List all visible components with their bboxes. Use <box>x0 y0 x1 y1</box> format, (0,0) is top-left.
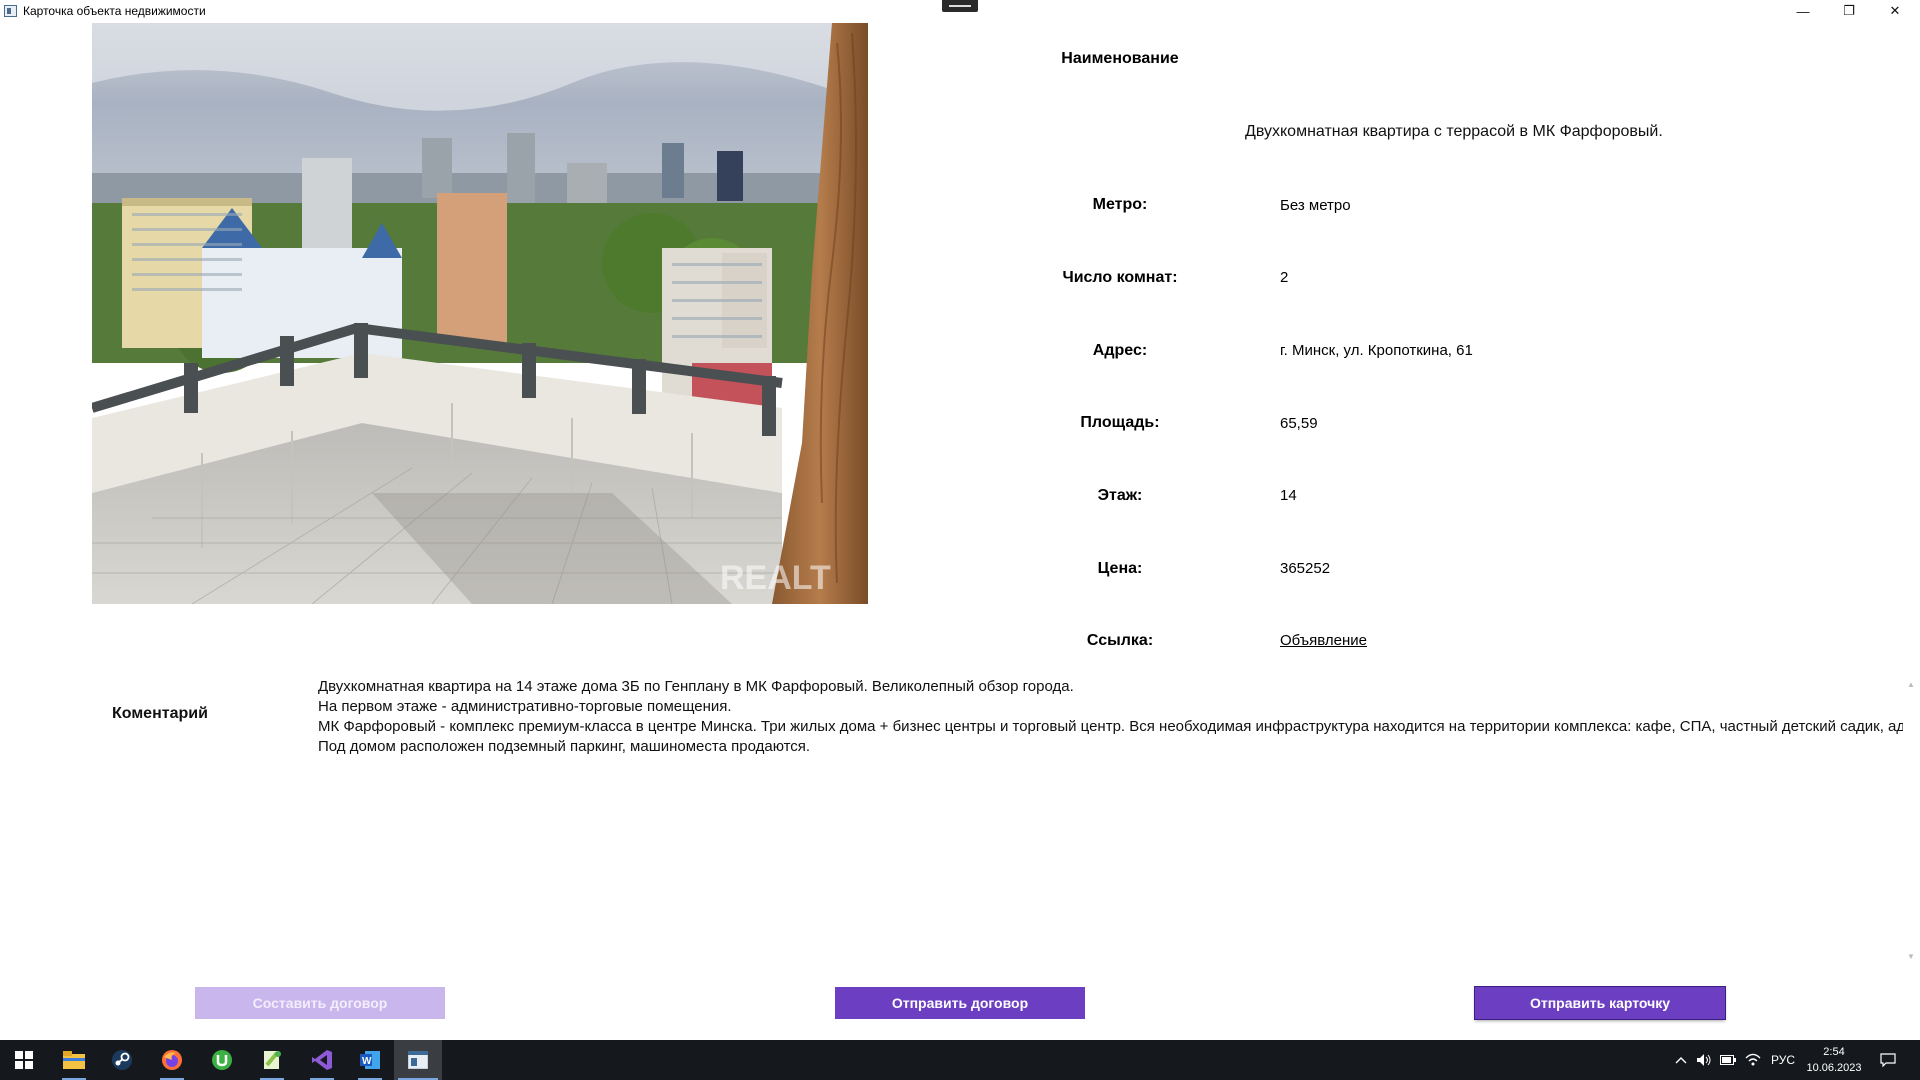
wpf-app-icon[interactable] <box>394 1040 442 1080</box>
price-label: Цена: <box>1097 560 1143 577</box>
notepad-plus-plus-icon[interactable] <box>248 1040 296 1080</box>
wifi-icon[interactable] <box>1742 1040 1764 1080</box>
close-button[interactable]: ✕ <box>1872 0 1918 22</box>
make-contract-button[interactable]: Составить договор <box>195 987 445 1019</box>
windows-start-icon[interactable] <box>0 1040 48 1080</box>
firefox-icon[interactable] <box>148 1040 196 1080</box>
file-explorer-icon[interactable] <box>50 1040 98 1080</box>
comment-textbox[interactable]: Двухкомнатная квартира на 14 этаже дома … <box>318 677 1903 967</box>
language-indicator[interactable]: РУС <box>1768 1040 1798 1080</box>
restore-button[interactable]: ❐ <box>1826 0 1872 22</box>
metro-label: Метро: <box>1092 196 1148 213</box>
steam-icon[interactable] <box>98 1040 146 1080</box>
utorrent-icon[interactable] <box>198 1040 246 1080</box>
rooms-value: 2 <box>1280 269 1289 286</box>
name-label: Наименование <box>1061 50 1179 67</box>
comment-line: Под домом расположен подземный паркинг, … <box>318 738 811 755</box>
address-value: г. Минск, ул. Кропоткина, 61 <box>1280 342 1473 359</box>
comment-label: Коментарий <box>112 705 208 722</box>
notification-icon[interactable] <box>1876 1040 1900 1080</box>
realt-watermark: REALT <box>720 559 831 597</box>
visual-studio-icon[interactable] <box>298 1040 346 1080</box>
volume-icon[interactable] <box>1694 1040 1714 1080</box>
link-label: Ссылка: <box>1086 632 1154 649</box>
name-value: Двухкомнатная квартира с террасой в МК Ф… <box>1245 123 1663 140</box>
window-title: Карточка объекта недвижимости <box>23 4 206 18</box>
drag-handle-icon[interactable] <box>942 0 978 12</box>
svg-text:W: W <box>362 1056 372 1067</box>
clock-time: 2:54 <box>1823 1046 1845 1058</box>
address-label: Адрес: <box>1092 342 1148 359</box>
clock[interactable]: 2:54 10.06.2023 <box>1800 1044 1868 1076</box>
clock-date: 10.06.2023 <box>1806 1062 1862 1074</box>
rooms-label: Число комнат: <box>1062 269 1178 286</box>
comment-line: МК Фарфоровый - комплекс премиум-класса … <box>318 718 1903 735</box>
scroll-up-arrow-icon[interactable]: ▲ <box>1906 680 1916 690</box>
battery-icon[interactable] <box>1718 1040 1738 1080</box>
floor-value: 14 <box>1280 487 1297 504</box>
area-value: 65,59 <box>1280 415 1318 432</box>
price-value: 365252 <box>1280 560 1331 577</box>
listing-link[interactable]: Объявление <box>1280 632 1367 649</box>
scroll-down-arrow-icon[interactable]: ▼ <box>1906 952 1916 962</box>
metro-value: Без метро <box>1280 197 1351 214</box>
window-title-bar: Карточка объекта недвижимости — ❐ ✕ <box>0 0 1920 22</box>
area-label: Площадь: <box>1080 414 1160 431</box>
word-icon[interactable]: W <box>346 1040 394 1080</box>
app-window-icon <box>4 5 17 17</box>
property-photo: REALT <box>92 23 868 604</box>
comment-line: Двухкомнатная квартира на 14 этаже дома … <box>318 678 1074 695</box>
chevron-up-icon[interactable] <box>1670 1040 1692 1080</box>
comment-line: На первом этаже - административно-торгов… <box>318 698 732 715</box>
taskbar: W РУС 2:54 10.06.2023 <box>0 1040 1920 1080</box>
minimize-button[interactable]: — <box>1780 0 1826 22</box>
floor-label: Этаж: <box>1097 487 1143 504</box>
send-card-button[interactable]: Отправить карточку <box>1475 987 1725 1019</box>
send-contract-button[interactable]: Отправить договор <box>835 987 1085 1019</box>
